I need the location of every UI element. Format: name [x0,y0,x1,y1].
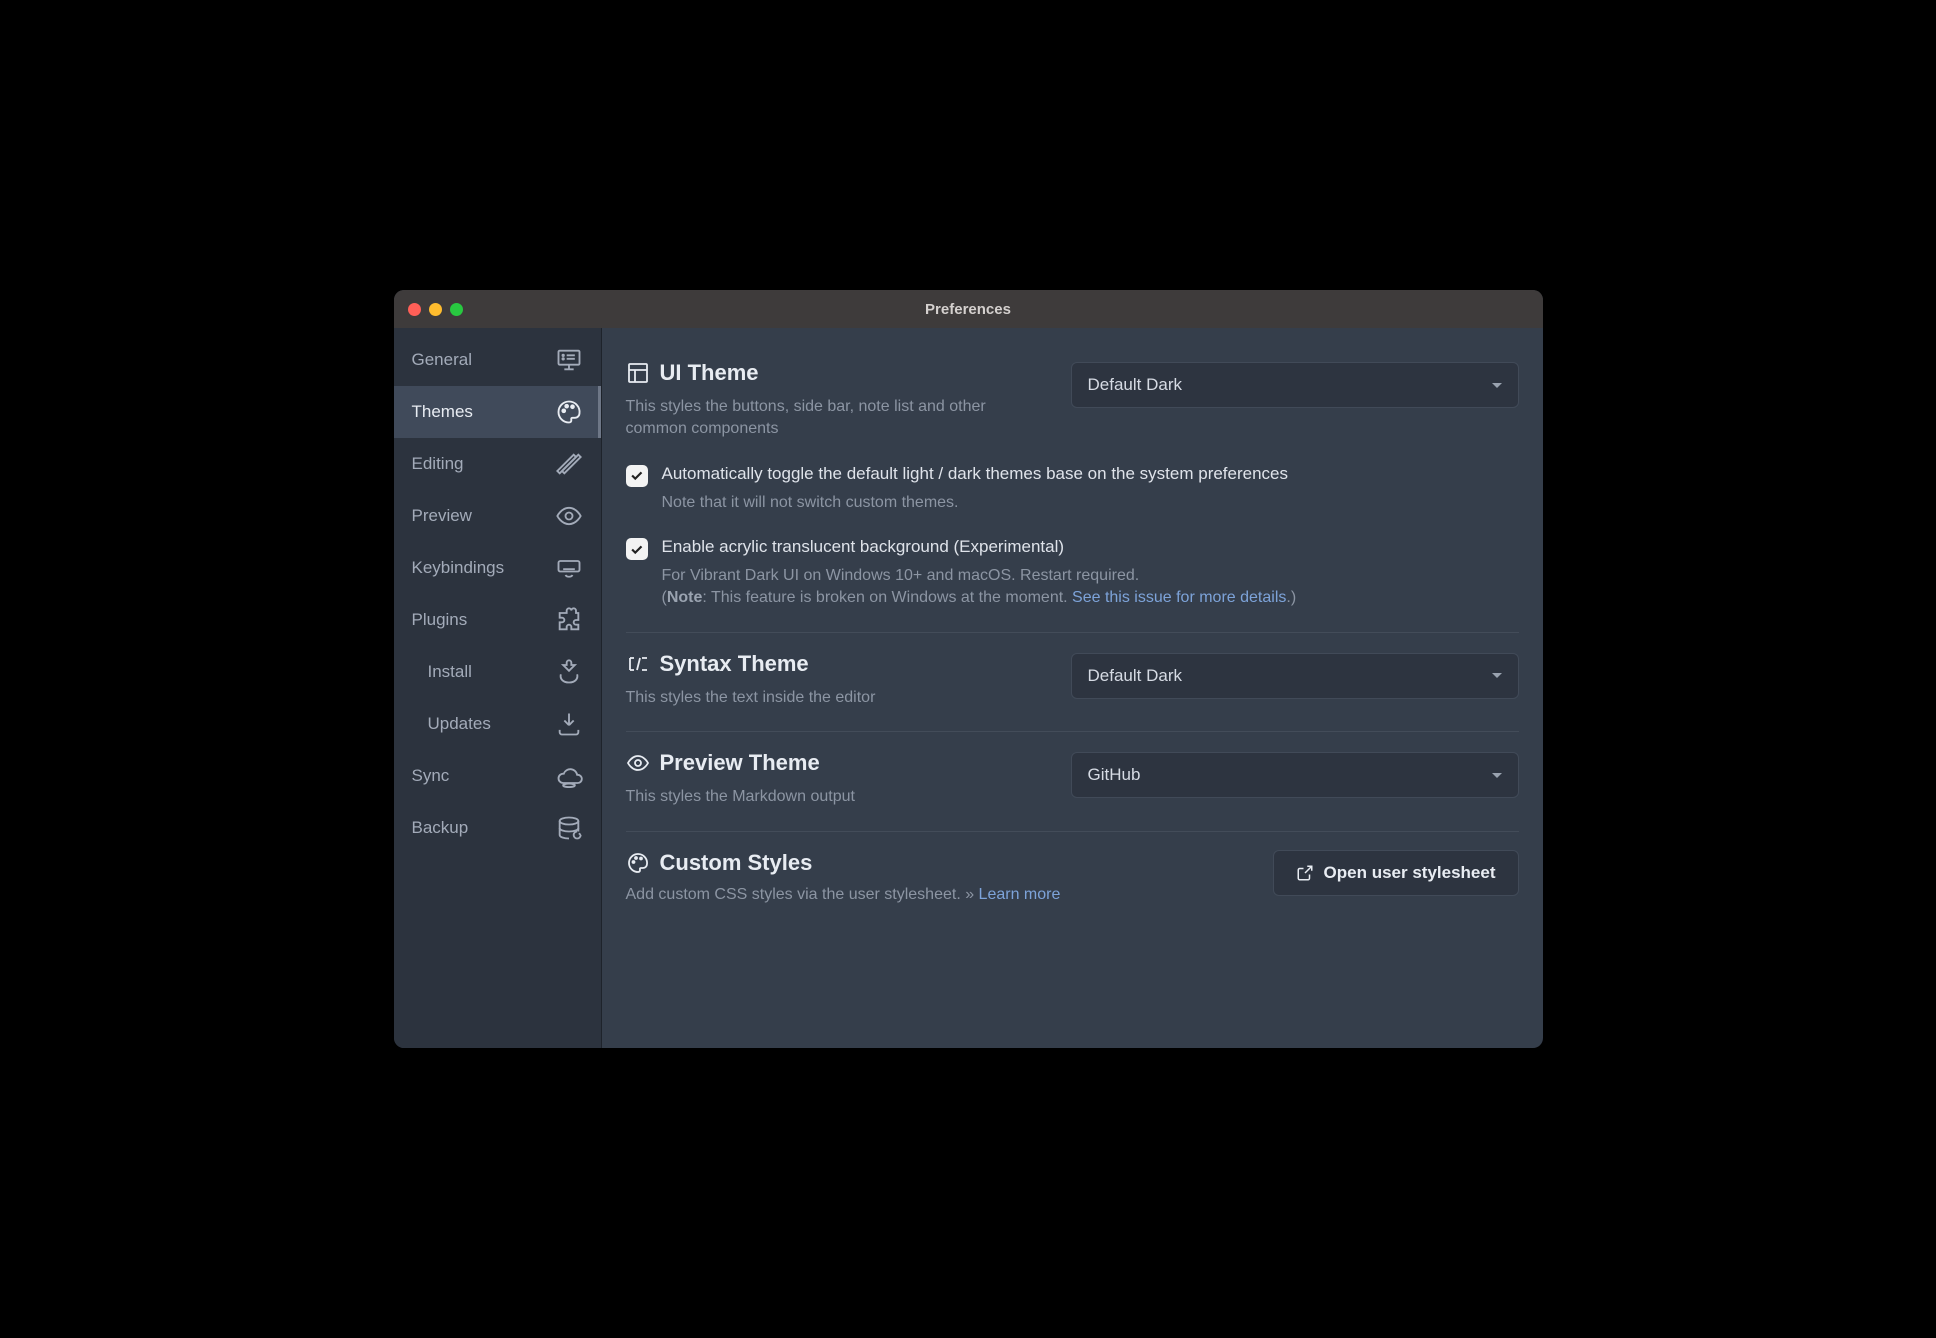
palette-icon [626,851,650,875]
sidebar-item-updates[interactable]: Updates [394,698,601,750]
sidebar-item-sync[interactable]: Sync [394,750,601,802]
close-button[interactable] [408,303,421,316]
section-title: Custom Styles [626,850,1249,876]
chevron-down-icon [1492,673,1502,678]
monitor-icon [555,346,583,374]
external-link-icon [1296,864,1314,882]
sidebar-item-label: Keybindings [412,558,505,578]
sidebar-item-plugins[interactable]: Plugins [394,594,601,646]
traffic-lights [394,303,463,316]
dropdown-value: GitHub [1088,765,1141,785]
section-title: Preview Theme [626,750,1047,776]
sidebar-item-backup[interactable]: Backup [394,802,601,854]
preview-theme-dropdown[interactable]: GitHub [1071,752,1519,798]
checkbox-note: Note that it will not switch custom them… [662,492,1289,514]
checkbox-note: For Vibrant Dark UI on Windows 10+ and m… [662,565,1297,610]
dropdown-value: Default Dark [1088,375,1182,395]
sidebar-item-keybindings[interactable]: Keybindings [394,542,601,594]
section-title-text: Preview Theme [660,750,820,776]
open-stylesheet-button[interactable]: Open user stylesheet [1273,850,1519,896]
sidebar-item-general[interactable]: General [394,334,601,386]
syntax-theme-dropdown[interactable]: Default Dark [1071,653,1519,699]
sidebar-item-install[interactable]: Install [394,646,601,698]
sidebar-item-label: Sync [412,766,450,786]
sidebar-item-label: General [412,350,472,370]
section-syntax-theme: Syntax Theme This styles the text inside… [626,633,1519,732]
section-description: This styles the text inside the editor [626,687,1047,709]
sidebar-item-label: Install [428,662,472,682]
checkbox-label: Automatically toggle the default light /… [662,463,1289,486]
download-icon [555,710,583,738]
issue-link[interactable]: See this issue for more details [1072,589,1286,606]
section-title: UI Theme [626,360,1047,386]
database-icon [555,814,583,842]
sidebar-item-themes[interactable]: Themes [394,386,601,438]
cloud-icon [555,762,583,790]
sidebar-item-label: Preview [412,506,472,526]
titlebar: Preferences [394,290,1543,328]
auto-toggle-checkbox[interactable] [626,465,648,487]
sidebar-item-editing[interactable]: Editing [394,438,601,490]
section-title-text: Syntax Theme [660,651,809,677]
sidebar-item-label: Editing [412,454,464,474]
section-title: Syntax Theme [626,651,1047,677]
acrylic-checkbox[interactable] [626,538,648,560]
section-description: Add custom CSS styles via the user style… [626,886,1249,904]
minimize-button[interactable] [429,303,442,316]
auto-toggle-row: Automatically toggle the default light /… [626,463,1519,514]
chevron-down-icon [1492,773,1502,778]
eye-icon [626,751,650,775]
install-icon [555,658,583,686]
section-custom-styles: Custom Styles Add custom CSS styles via … [626,832,1519,926]
syntax-icon [626,652,650,676]
section-description: This styles the buttons, side bar, note … [626,396,1047,441]
sidebar: General Themes Editing Preview [394,328,602,1048]
content-area: UI Theme This styles the buttons, side b… [602,328,1543,1048]
sidebar-item-label: Updates [428,714,491,734]
palette-icon [555,398,583,426]
learn-more-link[interactable]: Learn more [979,886,1061,903]
keyboard-icon [555,554,583,582]
section-title-text: Custom Styles [660,850,813,876]
sidebar-item-label: Plugins [412,610,468,630]
eye-icon [555,502,583,530]
ui-theme-dropdown[interactable]: Default Dark [1071,362,1519,408]
sidebar-item-label: Themes [412,402,473,422]
section-description: This styles the Markdown output [626,786,1047,808]
sidebar-item-preview[interactable]: Preview [394,490,601,542]
layout-icon [626,361,650,385]
section-ui-theme: UI Theme This styles the buttons, side b… [626,342,1519,633]
section-title-text: UI Theme [660,360,759,386]
section-preview-theme: Preview Theme This styles the Markdown o… [626,732,1519,831]
preferences-window: Preferences General Themes Editing [394,290,1543,1048]
maximize-button[interactable] [450,303,463,316]
button-label: Open user stylesheet [1324,863,1496,883]
dropdown-value: Default Dark [1088,666,1182,686]
window-title: Preferences [394,301,1543,318]
sidebar-item-label: Backup [412,818,469,838]
acrylic-row: Enable acrylic translucent background (E… [626,536,1519,610]
chevron-down-icon [1492,383,1502,388]
pencils-icon [555,450,583,478]
checkbox-label: Enable acrylic translucent background (E… [662,536,1297,559]
puzzle-icon [555,606,583,634]
